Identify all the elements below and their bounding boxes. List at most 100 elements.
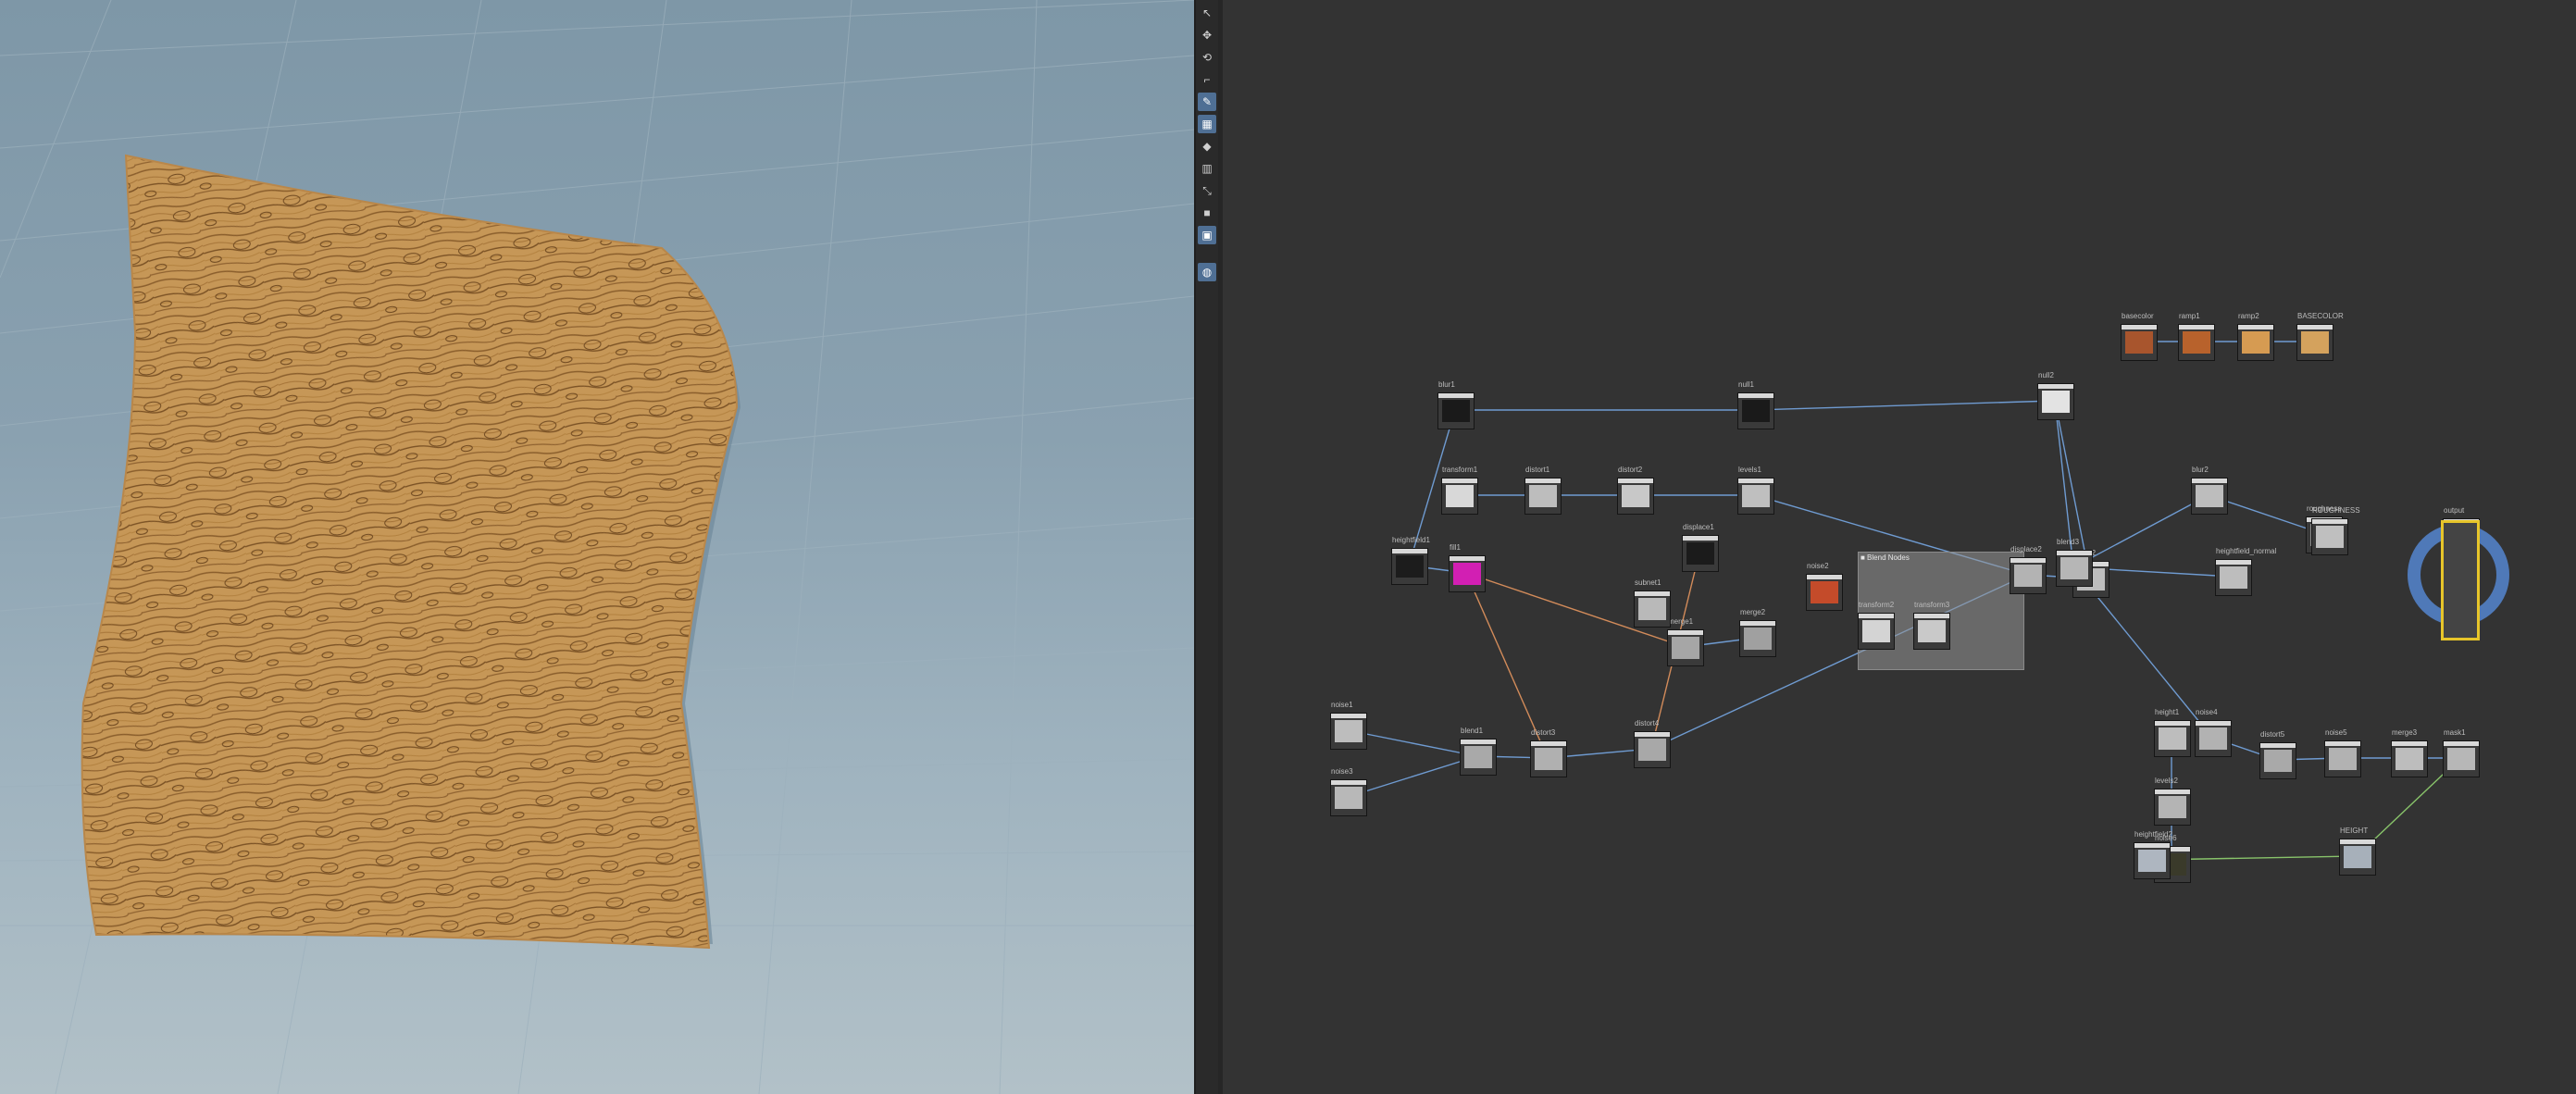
node-label: transform2 [1859,601,1895,609]
wood-surface [81,154,739,950]
node-mask1[interactable]: mask1 [2443,728,2480,777]
node-header [2392,741,2427,746]
node-transform2[interactable]: transform2 [1858,601,1895,650]
node-thumbnail [2316,526,2344,548]
node-wire [1754,400,2056,411]
network-box[interactable]: ■ Blend Nodes [1858,552,2024,670]
node-basecolor[interactable]: BASECOLOR [2296,312,2344,361]
node-label: mask1 [2444,728,2466,737]
node-null1[interactable]: null1 [1737,380,1774,429]
node-thumbnail [1742,485,1770,507]
transform-icon[interactable]: ✥ [1198,26,1216,44]
node-merge3[interactable]: merge3 [2391,728,2428,777]
node-thumbnail [1396,555,1424,578]
pen-icon[interactable]: ✎ [1198,93,1216,111]
node-roughness[interactable]: ROUGHNESS [2311,506,2360,555]
rotate-icon[interactable]: ⟲ [1198,48,1216,67]
node-label: levels1 [1738,466,1761,474]
node-thumbnail [2159,796,2186,818]
node-distort5[interactable]: distort5 [2259,730,2296,779]
light-icon[interactable]: ◍ [1198,263,1216,281]
node-merge1[interactable]: merge1 [1667,617,1704,666]
node-displace2[interactable]: displace2 [2010,545,2047,594]
axis-icon[interactable]: ⤡ [1198,181,1216,200]
node-header [1438,393,1474,398]
node-label: merge1 [1668,617,1694,626]
node-label: distort4 [1635,719,1660,727]
node-merge2[interactable]: merge2 [1739,608,1776,657]
box-icon[interactable]: ■ [1198,204,1216,222]
node-header [1525,479,1561,483]
node-heightfield-normal[interactable]: heightfield_normal [2215,547,2276,596]
node-label: subnet1 [1635,578,1661,587]
ruler-icon[interactable]: ⌐ [1198,70,1216,89]
node-label: noise4 [2196,708,2218,716]
node-thumbnail [1862,620,1890,642]
node-height[interactable]: HEIGHT [2339,827,2376,876]
node-network-editor[interactable]: ■ Blend Nodes blur1 null1 transform1 distor… [1223,0,2576,1094]
node-distort4[interactable]: distort4 [1634,719,1671,768]
node-heightfield2[interactable]: heightfield2 [2134,830,2172,879]
node-label: blend1 [1461,727,1484,735]
node-null2[interactable]: null2 [2037,371,2074,420]
node-basecolor[interactable]: basecolor [2121,312,2158,361]
node-thumbnail [1535,748,1562,770]
node-blur1[interactable]: blur1 [1437,380,1475,429]
node-distort1[interactable]: distort1 [1524,466,1562,515]
texture-icon[interactable]: ▦ [1198,115,1216,133]
node-thumbnail [1918,620,1946,642]
node-ramp2[interactable]: ramp2 [2237,312,2274,361]
node-label: noise2 [1807,562,1829,570]
node-thumbnail [2242,331,2270,354]
node-header [2216,560,2251,565]
node-thumbnail [1529,485,1557,507]
node-thumbnail [1811,581,1838,603]
node-levels1[interactable]: levels1 [1737,466,1774,515]
node-label: distort3 [1531,728,1556,737]
node-label: distort5 [2260,730,2285,739]
node-blend3[interactable]: blend3 [2056,538,2093,587]
node-label: heightfield2 [2134,830,2172,839]
node-header [1450,556,1485,561]
node-header [2312,519,2347,524]
shape-icon[interactable]: ◆ [1198,137,1216,155]
node-header [2444,741,2479,746]
node-noise5[interactable]: noise5 [2324,728,2361,777]
node-wire [1347,755,1478,798]
node-blur2[interactable]: blur2 [2191,466,2228,515]
node-blend1[interactable]: blend1 [1460,727,1497,776]
camera-icon[interactable]: ▣ [1198,226,1216,244]
node-distort2[interactable]: distort2 [1617,466,1654,515]
node-transform1[interactable]: transform1 [1441,466,1478,515]
node-noise1[interactable]: noise1 [1330,701,1367,750]
node-header [2238,325,2273,329]
node-noise2[interactable]: noise2 [1806,562,1843,611]
node-header [1738,393,1773,398]
node-levels2[interactable]: levels2 [2154,777,2191,826]
node-label: displace1 [1683,523,1714,531]
node-thumbnail [1335,787,1363,809]
node-displace1[interactable]: displace1 [1682,523,1719,572]
node-ramp1[interactable]: ramp1 [2178,312,2215,361]
node-distort3[interactable]: distort3 [1530,728,1567,777]
output-node-body [2441,520,2480,640]
node-thumbnail [1744,628,1772,650]
node-thumbnail [1742,400,1770,422]
node-label: blur2 [2192,466,2209,474]
node-transform3[interactable]: transform3 [1913,601,1950,650]
select-icon[interactable]: ↖ [1198,4,1216,22]
node-height1[interactable]: height1 [2154,708,2191,757]
selected-output-node[interactable] [2408,520,2509,640]
node-header [1738,479,1773,483]
gradient-icon[interactable]: ▥ [1198,159,1216,178]
node-noise3[interactable]: noise3 [1330,767,1367,816]
node-noise4[interactable]: noise4 [2195,708,2232,757]
node-subnet1[interactable]: subnet1 [1634,578,1671,628]
node-wire [1347,729,1478,757]
node-label: heightfield1 [1392,536,1430,544]
viewport-3d[interactable] [0,0,1194,1094]
node-fill1[interactable]: fill1 [1449,543,1486,592]
node-label: distort2 [1618,466,1643,474]
node-label: noise1 [1331,701,1353,709]
node-heightfield1[interactable]: heightfield1 [1391,536,1430,585]
